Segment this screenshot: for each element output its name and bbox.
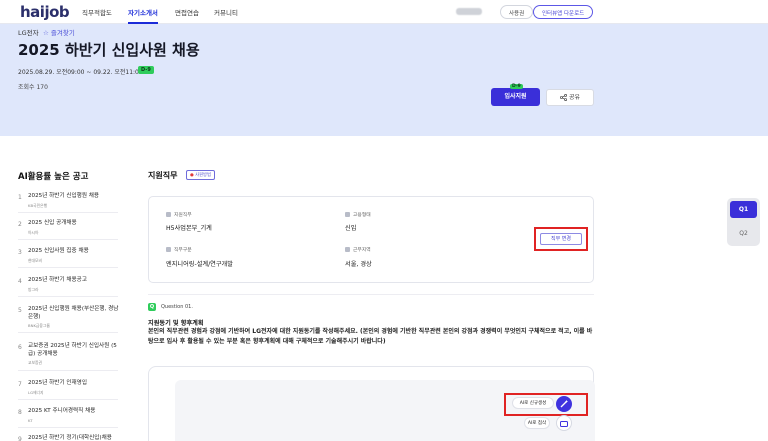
- location-label: 근무지역: [345, 246, 371, 253]
- type-value: 신입: [345, 225, 357, 232]
- list-item-number: 4: [18, 278, 22, 285]
- list-item-title: 2025년 신입행원 채용(부산은행, 경남은행) BNK금융그룹: [28, 306, 119, 328]
- job-label: 지원직무: [166, 211, 192, 218]
- tab-cover-letter[interactable]: 자기소개서: [128, 7, 158, 17]
- list-item[interactable]: 7 2025년 하반기 인재영입 LG에너지: [18, 378, 118, 400]
- list-item-title: 2025년 하반기 인재영입 LG에너지: [28, 380, 120, 396]
- logo[interactable]: haijob: [20, 3, 70, 21]
- list-item-number: 6: [18, 344, 22, 351]
- top-navigation: haijob 직무적합도 자기소개서 면접연습 커뮤니티 사용권 인터뷰앱 다운…: [0, 0, 768, 24]
- location-value: 서울, 경상: [345, 261, 372, 268]
- briefcase-icon: [166, 212, 171, 217]
- list-item[interactable]: 8 2025 KT 주니어경력직 채용 KT: [18, 406, 118, 428]
- list-item-title: 2025년 하반기 채용공고 방그라: [28, 277, 120, 293]
- apply-dday-badge: D-9: [510, 84, 523, 89]
- section-title: 지원직무: [148, 171, 178, 180]
- list-item-company: 방그라: [28, 286, 39, 292]
- list-item-number: 2: [18, 221, 22, 228]
- list-item-title: 2025년 하반기 신입행원 채용 KB국민은행: [28, 193, 120, 209]
- magic-wand-icon: [560, 400, 568, 408]
- star-icon: ☆: [43, 29, 49, 37]
- list-item-company: KT: [28, 417, 33, 423]
- id-card-icon: [345, 212, 350, 217]
- share-icon: [559, 94, 567, 101]
- list-item[interactable]: 3 2025 신입사원 집중 채용 현대모비: [18, 246, 118, 268]
- tab-job-fit[interactable]: 직무적합도: [82, 7, 112, 17]
- change-job-button[interactable]: 직무 변경: [540, 233, 582, 245]
- job-title: 2025 하반기 신입사원 채용: [18, 41, 200, 59]
- company-name: LG전자: [18, 29, 39, 37]
- question-navigator: Q1 Q2: [727, 198, 760, 246]
- question-heading: 지원동기 및 향후계획: [148, 320, 204, 327]
- location-pin-icon: [345, 247, 350, 252]
- list-item-company: 현대모비: [28, 257, 42, 263]
- page-root: haijob 직무적합도 자기소개서 면접연습 커뮤니티 사용권 인터뷰앱 다운…: [0, 0, 768, 441]
- list-item-title: 2025 신입 공개채용 아시아: [28, 220, 120, 236]
- category-value: 엔지니어링-설계/연구개발: [166, 261, 233, 268]
- list-item-company: KB국민은행: [28, 202, 48, 208]
- question-icon: Q: [148, 303, 156, 311]
- share-button[interactable]: 공유: [546, 89, 594, 106]
- apply-button[interactable]: 입사지원: [491, 88, 540, 106]
- list-item-number: 7: [18, 381, 22, 388]
- method-badge[interactable]: ● 사원방법: [186, 170, 215, 180]
- list-item-number: 8: [18, 409, 22, 416]
- tab-interview-practice[interactable]: 면접연습: [175, 7, 199, 17]
- question-number: Question 01.: [161, 304, 193, 310]
- list-item[interactable]: 9 2025년 하반기 정기(대학신입)채용: [18, 433, 118, 441]
- type-label: 고용형태: [345, 211, 371, 218]
- list-item[interactable]: 2 2025 신입 공개채용 아시아: [18, 218, 118, 240]
- list-item-number: 3: [18, 249, 22, 256]
- change-job-highlight: 직무 변경: [534, 227, 588, 251]
- ai-edit-button[interactable]: [556, 415, 572, 431]
- user-plan-button[interactable]: 사용권: [500, 5, 534, 19]
- position-card: [148, 196, 594, 283]
- app-download-button[interactable]: 인터뷰앱 다운로드: [533, 5, 594, 19]
- list-item-company: 교보증권: [28, 360, 42, 365]
- edit-icon: [560, 421, 568, 427]
- ai-edit-label[interactable]: AI로 첨삭: [524, 417, 550, 429]
- ai-generate-label[interactable]: AI로 신규생성: [512, 397, 554, 409]
- method-badge-label: 사원방법: [195, 173, 211, 178]
- list-item-title: 2025년 하반기 정기(대학신입)채용: [28, 435, 112, 441]
- list-item-number: 1: [18, 194, 22, 201]
- list-item-title: 2025 KT 주니어경력직 채용 KT: [28, 408, 120, 424]
- grid-icon: [166, 247, 171, 252]
- question-text: 본인의 직무관련 경험과 강점에 기반하여 LG전자에 대한 지원동기를 작성해…: [148, 328, 593, 345]
- job-value: H5사업본부_기계: [166, 225, 212, 232]
- ai-generate-button[interactable]: [556, 396, 572, 412]
- record-icon: ●: [190, 173, 194, 178]
- category-label: 직무구분: [166, 246, 192, 253]
- favorite-button[interactable]: ☆ 즐겨찾기: [43, 27, 75, 37]
- job-period: 2025.08.29. 오전09:00 ~ 09.22. 오전11:00: [18, 69, 143, 76]
- apply-button-wrapper: 입사지원 D-9: [491, 84, 540, 106]
- list-item-number: 5: [18, 307, 22, 314]
- favorite-label: 즐겨찾기: [50, 29, 75, 37]
- list-item-title: 2025 신입사원 집중 채용 현대모비: [28, 248, 120, 264]
- list-item-company: LG에너지: [28, 389, 44, 395]
- share-label: 공유: [568, 94, 581, 101]
- user-name-blurred: [456, 8, 482, 15]
- view-count: 조회수 170: [18, 84, 48, 91]
- list-item[interactable]: 6 교보증권 2025년 하반기 신입사원 (5급) 공개채용 교보증권: [18, 341, 118, 371]
- sidebar-title: AI활용률 높은 공고: [18, 172, 89, 182]
- dday-badge: D-9: [138, 66, 154, 74]
- list-item-company: BNK금융그룹: [28, 323, 50, 328]
- list-item[interactable]: 1 2025년 하반기 신입행원 채용 KB국민은행: [18, 191, 118, 213]
- list-item[interactable]: 5 2025년 신입행원 채용(부산은행, 경남은행) BNK금융그룹: [18, 304, 118, 333]
- divider: [148, 294, 594, 295]
- list-item-company: 아시아: [28, 229, 39, 235]
- tab-community[interactable]: 커뮤니티: [214, 7, 238, 17]
- question-nav-q2[interactable]: Q2: [730, 225, 757, 242]
- question-nav-q1[interactable]: Q1: [730, 201, 757, 218]
- list-item[interactable]: 4 2025년 하반기 채용공고 방그라: [18, 275, 118, 297]
- list-item-number: 9: [18, 436, 22, 441]
- list-item-title: 교보증권 2025년 하반기 신입사원 (5급) 공개채용 교보증권: [28, 343, 120, 367]
